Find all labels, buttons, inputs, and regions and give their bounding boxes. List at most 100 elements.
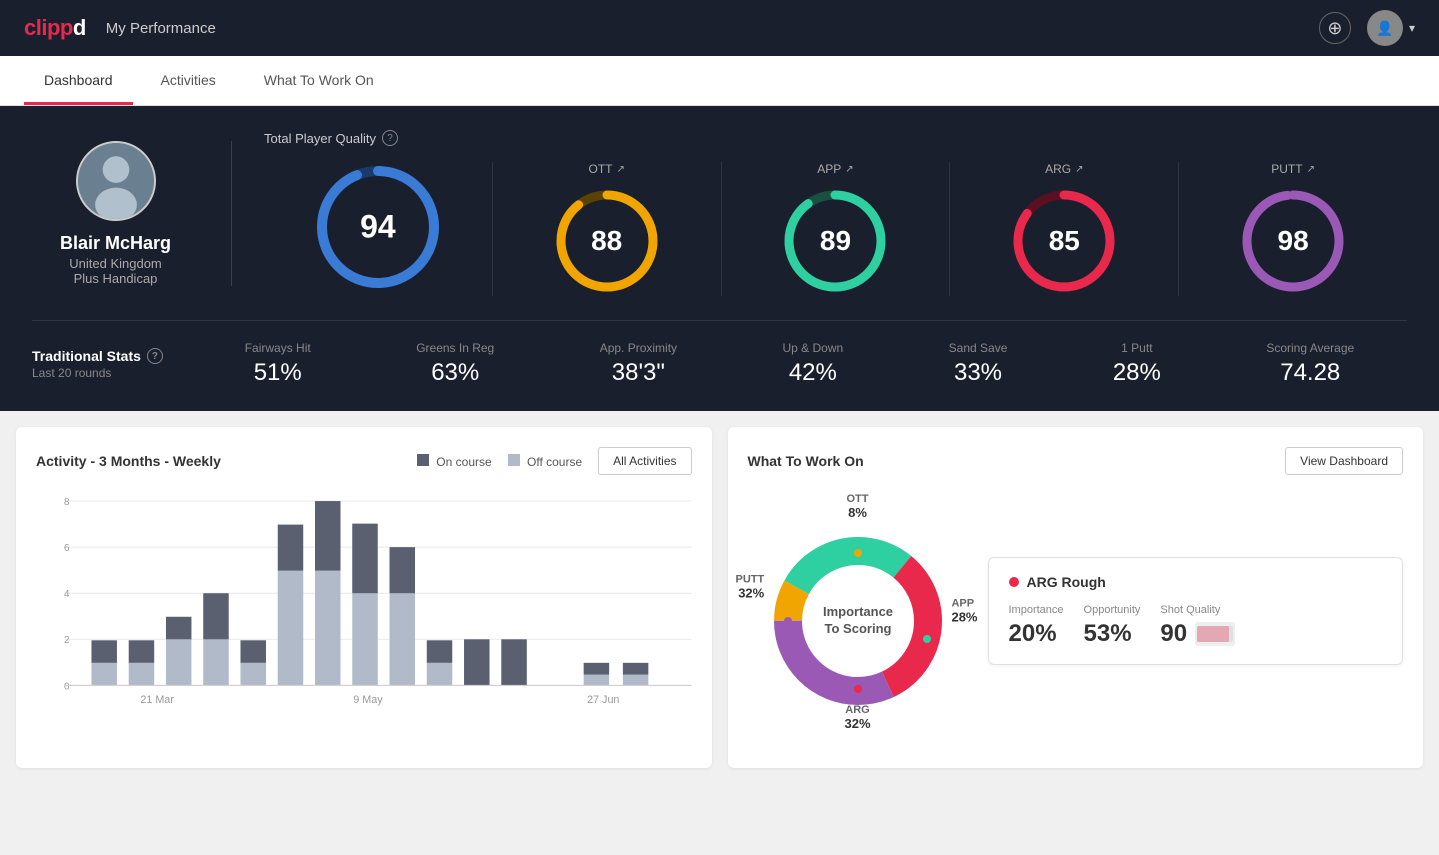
info-card-title: ARG Rough xyxy=(1009,574,1383,590)
chart-legend: On course Off course xyxy=(417,454,582,469)
activity-panel: Activity - 3 Months - Weekly On course O… xyxy=(16,427,712,768)
info-shot-quality: Shot Quality 90 xyxy=(1160,604,1235,648)
wtwo-header: What To Work On View Dashboard xyxy=(748,447,1404,475)
stat-proximity-value: 38'3" xyxy=(600,359,677,387)
svg-text:4: 4 xyxy=(64,589,70,600)
trad-label: Traditional Stats ? Last 20 rounds xyxy=(32,348,192,380)
legend-off-course: Off course xyxy=(508,454,582,469)
wtwo-title: What To Work On xyxy=(748,453,864,469)
quality-box: 90 xyxy=(1160,620,1235,648)
nav-right: ⊕ 👤 ▾ xyxy=(1319,10,1415,46)
info-card: ARG Rough Importance 20% Opportunity 53%… xyxy=(988,557,1404,665)
logo: clippd xyxy=(24,15,86,41)
info-card-stats: Importance 20% Opportunity 53% Shot Qual… xyxy=(1009,604,1383,648)
score-circles: 94 OTT ↗ 88 xyxy=(264,162,1407,296)
trad-sub: Last 20 rounds xyxy=(32,366,192,380)
hero-top: Blair McHarg United Kingdom Plus Handica… xyxy=(32,130,1407,321)
help-icon[interactable]: ? xyxy=(382,130,398,146)
arg-circle: 85 xyxy=(1009,186,1119,296)
putt-value: 98 xyxy=(1278,225,1309,257)
info-importance: Importance 20% xyxy=(1009,604,1064,648)
svg-text:6: 6 xyxy=(64,543,70,554)
stat-scoring: Scoring Average 74.28 xyxy=(1266,341,1354,387)
player-avatar xyxy=(76,141,156,221)
tab-activities[interactable]: Activities xyxy=(141,56,236,105)
app-label: APP ↗ xyxy=(817,162,853,176)
tpq-circle: 94 xyxy=(313,162,443,292)
tpq-value: 94 xyxy=(360,209,396,246)
score-tpq: 94 xyxy=(264,162,493,296)
stat-gir-label: Greens In Reg xyxy=(416,341,494,355)
stat-proximity-label: App. Proximity xyxy=(600,341,677,355)
tab-bar: Dashboard Activities What To Work On xyxy=(0,56,1439,106)
nav-title: My Performance xyxy=(106,20,216,37)
scores-header: Total Player Quality ? xyxy=(264,130,1407,146)
view-dashboard-button[interactable]: View Dashboard xyxy=(1285,447,1403,475)
stat-updown: Up & Down 42% xyxy=(783,341,844,387)
info-card-heading: ARG Rough xyxy=(1027,574,1106,590)
nav-left: clippd My Performance xyxy=(24,15,216,41)
add-button[interactable]: ⊕ xyxy=(1319,12,1351,44)
stat-1putt: 1 Putt 28% xyxy=(1113,341,1161,387)
score-putt: PUTT ↗ 98 xyxy=(1179,162,1407,296)
trad-title: Traditional Stats ? xyxy=(32,348,192,364)
shot-quality-value: 90 xyxy=(1160,620,1187,648)
stat-proximity: App. Proximity 38'3" xyxy=(600,341,677,387)
putt-label: PUTT ↗ xyxy=(1271,162,1315,176)
tab-dashboard[interactable]: Dashboard xyxy=(24,56,133,105)
stat-scoring-value: 74.28 xyxy=(1266,359,1354,387)
importance-value: 20% xyxy=(1009,620,1064,648)
score-app: APP ↗ 89 xyxy=(722,162,951,296)
importance-label: Importance xyxy=(1009,604,1064,616)
chart-title: Activity - 3 Months - Weekly xyxy=(36,453,221,469)
svg-text:9 May: 9 May xyxy=(353,694,383,706)
svg-text:27 Jun: 27 Jun xyxy=(587,694,619,706)
opportunity-label: Opportunity xyxy=(1084,604,1141,616)
activity-chart-svg: 0 2 4 6 8 xyxy=(64,495,692,715)
opportunity-value: 53% xyxy=(1084,620,1141,648)
top-nav: clippd My Performance ⊕ 👤 ▾ xyxy=(0,0,1439,56)
user-menu[interactable]: 👤 ▾ xyxy=(1367,10,1415,46)
svg-text:0: 0 xyxy=(64,681,70,692)
hero-section: Blair McHarg United Kingdom Plus Handica… xyxy=(0,106,1439,411)
stat-scoring-label: Scoring Average xyxy=(1266,341,1354,355)
arg-label: ARG ↗ xyxy=(1045,162,1083,176)
scores-section: Total Player Quality ? 94 xyxy=(232,130,1407,296)
stat-sandsave: Sand Save 33% xyxy=(949,341,1008,387)
trad-stats: Fairways Hit 51% Greens In Reg 63% App. … xyxy=(192,341,1407,387)
stat-1putt-value: 28% xyxy=(1113,359,1161,387)
app-arrow: ↗ xyxy=(845,164,853,175)
info-opportunity: Opportunity 53% xyxy=(1084,604,1141,648)
ott-circle: 88 xyxy=(552,186,662,296)
arg-arrow: ↗ xyxy=(1075,164,1083,175)
donut-svg: Importance To Scoring xyxy=(748,491,968,731)
donut-chart: Importance To Scoring OTT 8% APP 28% xyxy=(748,491,968,731)
app-donut-label: APP 28% xyxy=(951,598,977,625)
player-name: Blair McHarg xyxy=(60,233,171,254)
wtwo-content: Importance To Scoring OTT 8% APP 28% xyxy=(748,491,1404,731)
player-handicap: Plus Handicap xyxy=(74,271,158,286)
stat-sandsave-label: Sand Save xyxy=(949,341,1008,355)
putt-arrow: ↗ xyxy=(1307,164,1315,175)
svg-text:To Scoring: To Scoring xyxy=(824,621,891,636)
player-country: United Kingdom xyxy=(69,256,162,271)
stat-fairways: Fairways Hit 51% xyxy=(245,341,311,387)
app-circle: 89 xyxy=(780,186,890,296)
all-activities-button[interactable]: All Activities xyxy=(598,447,691,475)
stat-gir-value: 63% xyxy=(416,359,494,387)
stat-updown-value: 42% xyxy=(783,359,844,387)
arg-donut-label: ARG 32% xyxy=(844,704,870,731)
red-dot-icon xyxy=(1009,577,1019,587)
trad-help-icon[interactable]: ? xyxy=(147,348,163,364)
score-ott: OTT ↗ 88 xyxy=(493,162,722,296)
avatar: 👤 xyxy=(1367,10,1403,46)
stat-sandsave-value: 33% xyxy=(949,359,1008,387)
total-quality-label: Total Player Quality xyxy=(264,131,376,146)
svg-text:8: 8 xyxy=(64,497,70,508)
tab-what-to-work-on[interactable]: What To Work On xyxy=(244,56,394,105)
chart-header: Activity - 3 Months - Weekly On course O… xyxy=(36,447,692,475)
bottom-panels: Activity - 3 Months - Weekly On course O… xyxy=(0,411,1439,784)
legend-on-course: On course xyxy=(417,454,492,469)
ott-value: 88 xyxy=(591,225,622,257)
svg-text:2: 2 xyxy=(64,635,69,646)
